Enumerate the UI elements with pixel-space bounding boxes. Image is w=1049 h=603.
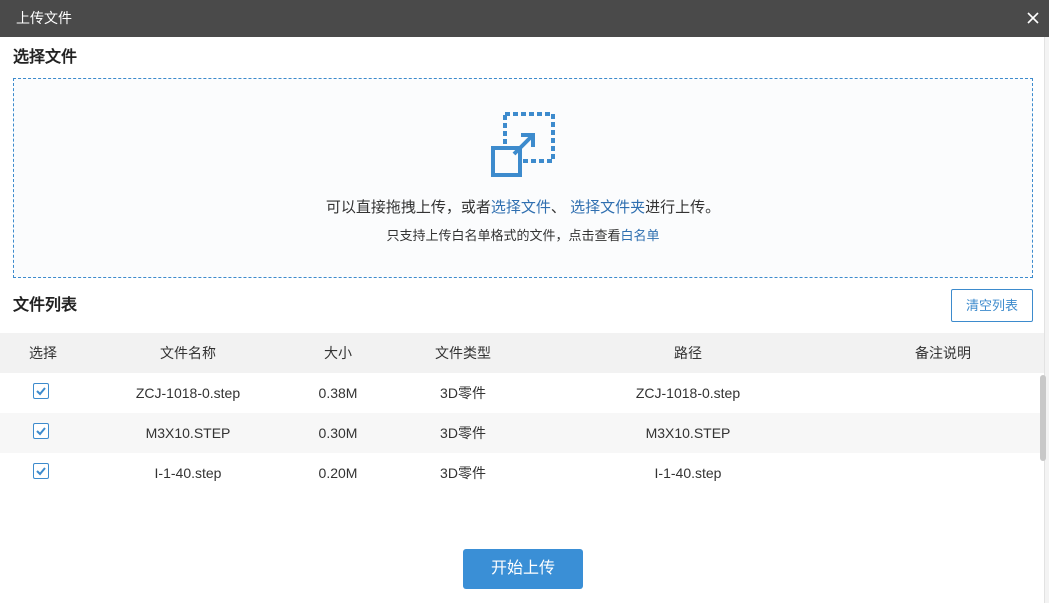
- table-scrollbar[interactable]: [1040, 375, 1046, 461]
- row-checkbox[interactable]: [33, 463, 49, 479]
- file-type-cell: 3D零件: [440, 465, 486, 481]
- file-note-cell[interactable]: [873, 373, 1013, 413]
- file-size-cell: 0.20M: [318, 465, 358, 481]
- file-name-cell: M3X10.STEP: [145, 425, 231, 441]
- check-icon: [36, 387, 46, 396]
- column-header-type: 文件类型: [435, 345, 491, 361]
- dialog-edge: [1044, 37, 1049, 603]
- hint-separator: 、: [550, 199, 571, 216]
- dialog-title: 上传文件: [16, 10, 72, 26]
- file-note-cell[interactable]: [873, 413, 1013, 453]
- column-header-note: 备注说明: [915, 345, 971, 361]
- column-header-path: 路径: [674, 345, 702, 361]
- column-header-size: 大小: [324, 345, 352, 361]
- check-icon: [36, 427, 46, 436]
- file-type-cell: 3D零件: [440, 385, 486, 401]
- dialog-titlebar: 上传文件: [0, 0, 1049, 37]
- file-size-cell: 0.38M: [318, 385, 358, 401]
- file-path-cell: I-1-40.step: [654, 465, 722, 481]
- row-checkbox[interactable]: [33, 383, 49, 399]
- drop-hint-suffix: 进行上传。: [645, 199, 721, 216]
- file-name-cell: I-1-40.step: [154, 465, 222, 481]
- clear-list-button[interactable]: 清空列表: [951, 289, 1033, 322]
- select-files-link[interactable]: 选择文件: [491, 199, 551, 216]
- drop-hint-text: 可以直接拖拽上传，或者: [325, 199, 491, 216]
- file-table: 选择 文件名称 大小 文件类型 路径 备注说明 ZCJ-1018-0.step …: [0, 333, 1044, 493]
- file-name-cell: ZCJ-1018-0.step: [135, 385, 241, 401]
- drop-hint: 可以直接拖拽上传，或者选择文件、 选择文件夹进行上传。: [14, 198, 1032, 218]
- file-path-cell: M3X10.STEP: [645, 425, 731, 441]
- upload-drag-icon: [490, 110, 558, 178]
- table-row: M3X10.STEP 0.30M 3D零件 M3X10.STEP: [0, 413, 1044, 453]
- select-folder-link[interactable]: 选择文件夹: [570, 199, 645, 216]
- start-upload-button[interactable]: 开始上传: [463, 549, 583, 589]
- column-header-select: 选择: [29, 345, 57, 361]
- file-size-cell: 0.30M: [318, 425, 358, 441]
- row-checkbox[interactable]: [33, 423, 49, 439]
- file-list-title: 文件列表: [13, 297, 78, 314]
- column-header-name: 文件名称: [160, 345, 216, 361]
- select-section-title: 选择文件: [13, 49, 78, 66]
- table-header: 选择 文件名称 大小 文件类型 路径 备注说明: [0, 333, 1044, 373]
- whitelist-hint-text: 只支持上传白名单格式的文件，点击查看: [386, 228, 621, 243]
- table-row: ZCJ-1018-0.step 0.38M 3D零件 ZCJ-1018-0.st…: [0, 373, 1044, 413]
- whitelist-hint: 只支持上传白名单格式的文件，点击查看白名单: [14, 227, 1032, 244]
- file-path-cell: ZCJ-1018-0.step: [635, 385, 741, 401]
- check-icon: [36, 467, 46, 476]
- file-note-cell[interactable]: [873, 453, 1013, 493]
- whitelist-link[interactable]: 白名单: [621, 228, 660, 243]
- drop-zone[interactable]: 可以直接拖拽上传，或者选择文件、 选择文件夹进行上传。 只支持上传白名单格式的文…: [13, 78, 1033, 278]
- close-icon[interactable]: [1023, 8, 1043, 28]
- table-row: I-1-40.step 0.20M 3D零件 I-1-40.step: [0, 453, 1044, 493]
- file-type-cell: 3D零件: [440, 425, 486, 441]
